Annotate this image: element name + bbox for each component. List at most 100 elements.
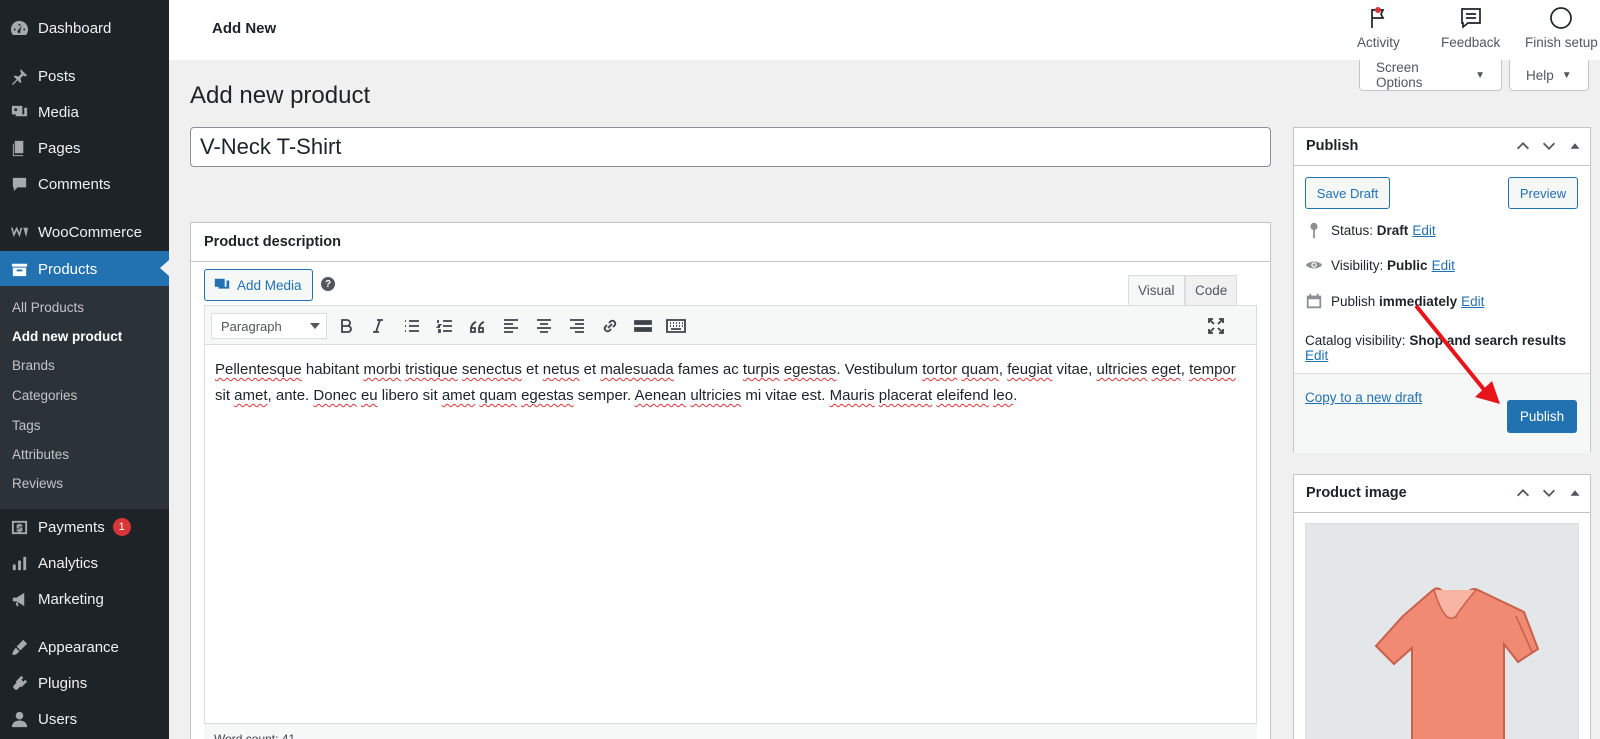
sidebar-item-label: Dashboard <box>38 19 112 37</box>
sidebar-item-payments[interactable]: Payments 1 <box>0 510 169 544</box>
sidebar-item-analytics[interactable]: Analytics <box>0 546 169 580</box>
publish-heading: Publish <box>1306 138 1359 154</box>
format-select[interactable]: Paragraph <box>211 313 327 339</box>
edit-date-link[interactable]: Edit <box>1461 294 1484 309</box>
publish-button[interactable]: Publish <box>1507 400 1577 433</box>
admin-sidebar: Dashboard Posts Media Pages Comments Woo… <box>0 0 169 739</box>
help-question-icon[interactable]: ? <box>321 277 335 291</box>
misspelled-word: amet <box>234 387 268 404</box>
chevron-up-icon[interactable] <box>1514 137 1532 155</box>
sidebar-item-comments[interactable]: Comments <box>0 167 169 201</box>
sidebar-item-pages[interactable]: Pages <box>0 131 169 165</box>
submenu-categories[interactable]: Categories <box>12 388 77 403</box>
catalog-visibility-row: Catalog visibility: Shop and search resu… <box>1305 333 1585 363</box>
sidebar-item-dashboard[interactable]: Dashboard <box>0 11 169 45</box>
fullscreen-button[interactable] <box>1205 315 1227 337</box>
collapse-triangle-icon[interactable] <box>1566 137 1584 155</box>
link-button[interactable] <box>599 315 621 337</box>
sidebar-item-users[interactable]: Users <box>0 702 169 736</box>
sidebar-item-products[interactable]: Products <box>0 251 169 287</box>
catalog-value: Shop and search results <box>1409 333 1567 348</box>
misspelled-word: amet <box>441 387 476 404</box>
misspelled-word: egestas <box>783 361 837 378</box>
align-right-button[interactable] <box>566 315 588 337</box>
help-label: Help <box>1526 67 1554 83</box>
editor-toolbar: Paragraph <box>204 305 1257 345</box>
align-center-button[interactable] <box>533 315 555 337</box>
top-header-bar: Add New Activity Feedback Finish setup <box>169 0 1600 60</box>
bullet-list-button[interactable] <box>401 315 423 337</box>
bold-button[interactable] <box>335 315 357 337</box>
sidebar-item-marketing[interactable]: Marketing <box>0 582 169 616</box>
feedback-button[interactable]: Feedback <box>1441 6 1500 50</box>
sidebar-item-posts[interactable]: Posts <box>0 59 169 93</box>
submenu-brands[interactable]: Brands <box>12 358 55 373</box>
add-media-button[interactable]: Add Media <box>204 269 313 301</box>
sidebar-item-label: Posts <box>38 67 76 85</box>
finish-setup-button[interactable]: Finish setup <box>1525 6 1598 50</box>
appearance-icon <box>9 637 29 657</box>
toolbar-toggle-button[interactable] <box>665 315 687 337</box>
description-text: Pellentesque habitant morbi tristique se… <box>215 361 1236 404</box>
submenu-add-new-product[interactable]: Add new product <box>12 329 122 344</box>
page-title: Add new product <box>190 82 371 109</box>
help-toggle[interactable]: Help ▼ <box>1509 60 1589 91</box>
edit-catalog-link[interactable]: Edit <box>1305 348 1328 363</box>
screen-options-label: Screen Options <box>1376 60 1423 90</box>
text-run: , <box>1180 361 1190 378</box>
italic-button[interactable] <box>367 315 389 337</box>
box-controls <box>1514 137 1584 155</box>
read-more-button[interactable] <box>632 315 654 337</box>
numbered-list-icon <box>435 320 452 333</box>
misspelled-word: leo <box>993 387 1014 404</box>
edit-status-link[interactable]: Edit <box>1412 223 1435 238</box>
misspelled-word: quam <box>961 361 999 378</box>
sidebar-item-label: WooCommerce <box>38 223 142 241</box>
submenu-tags[interactable]: Tags <box>12 418 41 433</box>
misspelled-word: netus <box>542 361 580 378</box>
box-controls <box>1514 484 1584 502</box>
description-editor[interactable]: Pellentesque habitant morbi tristique se… <box>204 345 1257 739</box>
sidebar-item-media[interactable]: Media <box>0 95 169 129</box>
product-title-input[interactable]: V-Neck T-Shirt <box>190 127 1271 167</box>
submenu-attributes[interactable]: Attributes <box>12 447 69 462</box>
tab-code[interactable]: Code <box>1185 275 1238 306</box>
plugins-icon <box>9 673 29 693</box>
numbered-list-button[interactable] <box>434 315 456 337</box>
save-draft-button[interactable]: Save Draft <box>1305 177 1390 209</box>
add-media-label: Add Media <box>237 277 302 293</box>
sidebar-item-appearance[interactable]: Appearance <box>0 630 169 664</box>
text-run: . <box>1013 387 1018 404</box>
feedback-icon <box>1460 8 1481 29</box>
misspelled-word: tempor <box>1189 361 1236 378</box>
text-run: libero sit <box>377 387 442 404</box>
submenu-reviews[interactable]: Reviews <box>12 476 63 491</box>
header-title: Add New <box>212 20 277 37</box>
misspelled-word: placerat <box>878 387 933 404</box>
preview-button[interactable]: Preview <box>1508 177 1578 209</box>
chevron-up-icon[interactable] <box>1514 484 1532 502</box>
catalog-label: Catalog visibility: <box>1305 333 1406 348</box>
blockquote-button[interactable] <box>467 315 489 337</box>
format-select-value: Paragraph <box>221 318 282 334</box>
product-image-thumbnail[interactable] <box>1305 523 1579 739</box>
align-left-button[interactable] <box>500 315 522 337</box>
caret-down-icon: ▼ <box>1561 69 1572 81</box>
chevron-down-icon[interactable] <box>1540 484 1558 502</box>
edit-visibility-link[interactable]: Edit <box>1432 258 1455 273</box>
sidebar-item-label: Products <box>38 260 98 278</box>
activity-button[interactable]: Activity <box>1357 6 1400 50</box>
misspelled-word: Donec <box>313 387 357 404</box>
screen-options-toggle[interactable]: Screen Options ▼ <box>1359 60 1502 91</box>
misspelled-word: eu <box>360 387 378 404</box>
notification-badge: 1 <box>112 518 131 536</box>
collapse-triangle-icon[interactable] <box>1566 484 1584 502</box>
chevron-down-icon[interactable] <box>1540 137 1558 155</box>
sidebar-item-plugins[interactable]: Plugins <box>0 666 169 700</box>
misspelled-word: Pellentesque <box>215 361 302 378</box>
copy-to-draft-link[interactable]: Copy to a new draft <box>1305 390 1422 405</box>
tab-visual[interactable]: Visual <box>1128 275 1185 306</box>
submenu-all-products[interactable]: All Products <box>12 300 84 315</box>
misspelled-word: feugiat <box>1007 361 1053 378</box>
sidebar-item-woocommerce[interactable]: WooCommerce <box>0 215 169 249</box>
